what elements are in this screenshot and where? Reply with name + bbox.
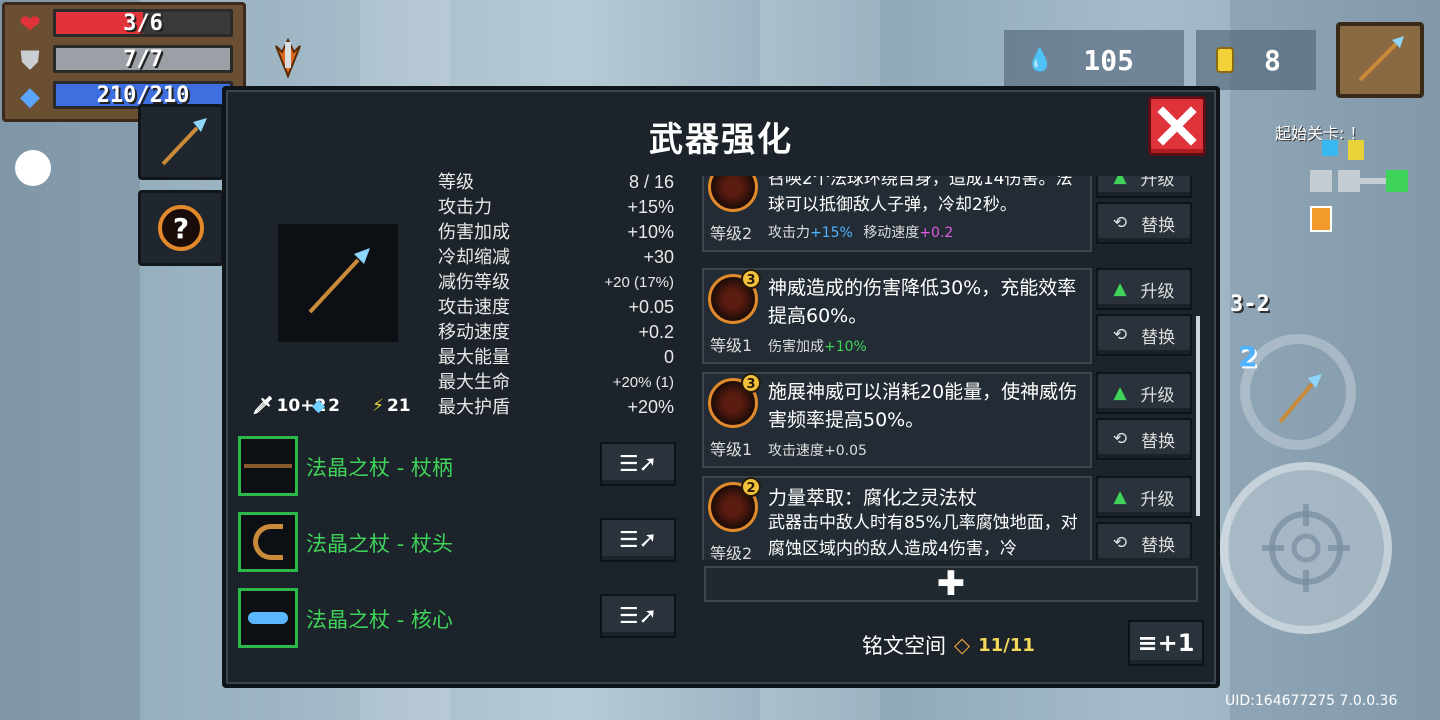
upgrade-button[interactable]: ▲ 升级: [1096, 476, 1192, 518]
staff-icon: [161, 118, 207, 166]
gem-icon: 💧: [1026, 47, 1054, 73]
inscription-card: 3 等级1 神威造成的伤害降低30%，充能效率提高60%。 伤害加成+10%: [702, 268, 1092, 364]
heart-icon: ❤: [19, 10, 41, 40]
core-part-icon: [238, 588, 298, 648]
head-part-icon: [238, 512, 298, 572]
attack-button[interactable]: [1220, 462, 1392, 634]
stats-list: 等级 8 / 16 攻击力 +15% 伤害加成 +10% 冷却缩减 +30 减伤等级 +2…: [438, 170, 674, 420]
staff-icon: [1278, 374, 1322, 424]
list-scrollbar[interactable]: [1196, 316, 1200, 516]
minimap[interactable]: [1300, 140, 1412, 240]
stat-row: 最大生命 +20% (1): [438, 372, 674, 393]
part-upgrade-button[interactable]: ☰➚: [600, 442, 676, 486]
replace-button[interactable]: ⟲ 替换: [1096, 202, 1192, 244]
crosshair-icon: [1262, 504, 1350, 592]
inscription-space: 铭文空间 ◇ 11/11: [862, 633, 1035, 658]
swap-icon: ⟲: [1112, 429, 1128, 449]
weapon-crit: ⚡ 21: [372, 396, 411, 416]
uid-label: UID:164677275 7.0.0.36: [1225, 693, 1398, 709]
weapon-energy-cost: ◆ 2: [312, 396, 340, 416]
inscription-badge-icon: 2: [708, 477, 761, 532]
stat-row: 减伤等级 +20 (17%): [438, 272, 674, 293]
handle-part-icon: [238, 436, 298, 496]
hp-text: 3/6: [123, 10, 163, 36]
weapon-slot-button[interactable]: [1336, 22, 1424, 98]
shield-bar: 7/7: [53, 45, 233, 73]
part-upgrade-button[interactable]: ☰➚: [600, 518, 676, 562]
shield-icon: ⛊: [20, 45, 40, 76]
inscription-badge-icon: 3: [708, 269, 761, 324]
staff-icon: [1358, 36, 1404, 82]
question-icon: ?: [158, 205, 204, 251]
inscription-card: 2 等级2 力量萃取：腐化之灵法杖 武器击中敌人时有85%几率腐蚀地面，对腐蚀区…: [702, 476, 1092, 560]
coin-counter: 8: [1196, 30, 1316, 90]
diamond-outline-icon: ◇: [954, 633, 971, 657]
inscription-bonus: 攻击力+15% 移动速度+0.2: [768, 225, 954, 241]
weapon-upgrade-panel: 武器强化 等级 8 / 16 攻击力 +15% 伤害加成 +10% 冷却缩减 +30 减…: [222, 86, 1220, 688]
stat-row: 伤害加成 +10%: [438, 222, 674, 243]
energy-icon: ◆: [20, 82, 40, 112]
stat-row: 最大护盾 +20%: [438, 397, 674, 418]
part-row-core: 法晶之杖 - 核心 ☰➚: [238, 588, 678, 648]
up-arrow-icon: ▲: [1113, 176, 1127, 187]
swap-icon: ⟲: [1112, 213, 1128, 233]
hp-bar: 3/6: [53, 9, 233, 37]
tab-help[interactable]: ?: [138, 190, 224, 266]
inscription-card: 等级2 召唤2个法球环绕自身，造成14伤害。法球可以抵御敌人子弹，冷却2秒。 攻…: [702, 176, 1092, 252]
up-arrow-icon: ▲: [1113, 279, 1127, 299]
inscription-list[interactable]: 等级2 召唤2个法球环绕自身，造成14伤害。法球可以抵御敌人子弹，冷却2秒。 攻…: [702, 176, 1200, 560]
diamond-icon: ◆: [312, 396, 326, 416]
sword-icon: 🗡: [252, 396, 274, 416]
inscription-badge-icon: [708, 176, 758, 212]
coin-icon: [1216, 47, 1234, 73]
swap-icon: ⟲: [1112, 325, 1128, 345]
stat-row: 移动速度 +0.2: [438, 322, 674, 343]
tab-weapon[interactable]: [138, 104, 224, 180]
stat-row: 冷却缩减 +30: [438, 247, 674, 268]
up-arrow-icon: ▲: [1113, 383, 1127, 403]
add-inscription-button[interactable]: ✚: [704, 564, 1198, 604]
close-icon: [1157, 106, 1197, 146]
swap-icon: ⟲: [1112, 533, 1128, 553]
stat-row: 最大能量 0: [438, 347, 674, 368]
plus-icon: ✚: [936, 564, 966, 604]
replace-button[interactable]: ⟲ 替换: [1096, 314, 1192, 356]
coin-count: 8: [1264, 43, 1281, 77]
list-upgrade-icon: ☰➚: [618, 527, 658, 553]
part-row-head: 法晶之杖 - 杖头 ☰➚: [238, 512, 678, 572]
stat-row: 攻击速度 +0.05: [438, 297, 674, 318]
staff-icon: [308, 248, 370, 314]
gem-counter: 💧 105: [1004, 30, 1184, 90]
list-upgrade-icon: ☰➚: [618, 603, 658, 629]
part-row-handle: 法晶之杖 - 杖柄 ☰➚: [238, 436, 678, 496]
replace-button[interactable]: ⟲ 替换: [1096, 418, 1192, 460]
panel-title: 武器强化: [649, 120, 793, 160]
buff-icon: [268, 36, 308, 82]
upgrade-button[interactable]: ▲ 升级: [1096, 268, 1192, 310]
shield-text: 7/7: [123, 46, 163, 72]
part-upgrade-button[interactable]: ☰➚: [600, 594, 676, 638]
inscription-card: 3 等级1 施展神威可以消耗20能量，使神威伤害频率提高50%。 攻击速度+0.…: [702, 372, 1092, 468]
list-upgrade-icon: ☰➚: [618, 451, 658, 477]
up-arrow-icon: ▲: [1113, 487, 1127, 507]
weapon-count: 2: [1238, 340, 1258, 373]
upgrade-button[interactable]: ▲ 升级: [1096, 176, 1192, 198]
inscription-bonus: 攻击速度+0.05: [768, 443, 867, 459]
skill-indicator[interactable]: [15, 150, 51, 186]
upgrade-button[interactable]: ▲ 升级: [1096, 372, 1192, 414]
replace-button[interactable]: ⟲ 替换: [1096, 522, 1192, 560]
stat-row: 等级 8 / 16: [438, 172, 674, 193]
crit-icon: ⚡: [372, 396, 384, 416]
gem-count: 105: [1083, 43, 1134, 77]
stage-label: 3-2: [1230, 292, 1270, 317]
stat-row: 攻击力 +15%: [438, 197, 674, 218]
inscription-badge-icon: 3: [708, 373, 761, 428]
close-button[interactable]: [1148, 96, 1206, 156]
weapon-preview: [278, 224, 398, 342]
inscription-bonus: 伤害加成+10%: [768, 339, 867, 355]
expand-space-button[interactable]: ≡+1: [1128, 620, 1204, 666]
